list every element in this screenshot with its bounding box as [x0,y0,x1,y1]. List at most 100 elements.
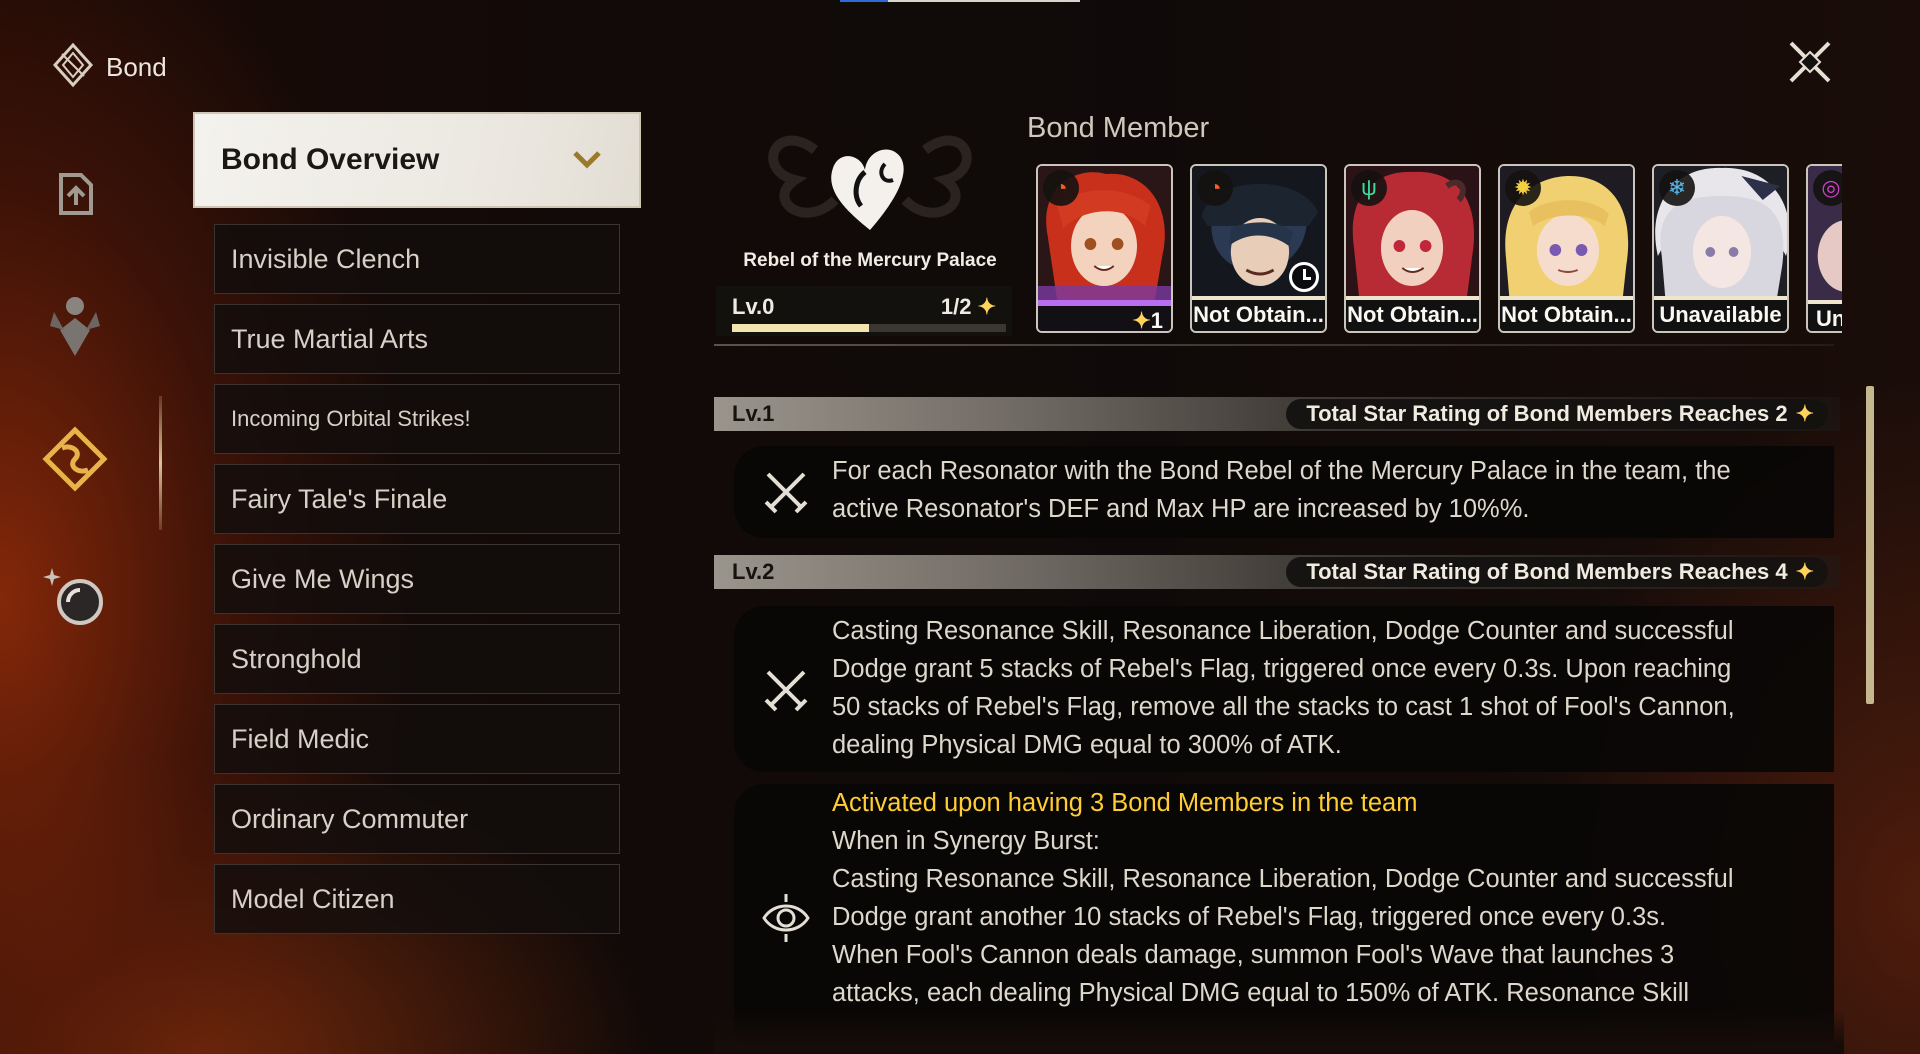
bond-level-row: Lv.0 1/2 ✦ [716,286,1012,336]
effect-line: Dodge grant another 10 stacks of Rebel's… [832,903,1667,931]
spectro-element-icon: ✹ [1505,170,1541,206]
list-item-true-martial-arts[interactable]: True Martial Arts [214,304,620,374]
star-icon: ✦ [1132,308,1151,333]
list-item-stronghold[interactable]: Stronghold [214,624,620,694]
star-icon: ✦ [977,294,996,319]
close-button[interactable] [1784,36,1836,88]
dropdown-label: Bond Overview [221,143,440,176]
effect-line: 50 stacks of Rebel's Flag, remove all th… [832,693,1735,721]
list-item-label: Fairy Tale's Finale [231,483,448,514]
bond-progress: 1/2 ✦ [941,294,996,320]
member-card-4[interactable]: ✹ Not Obtain... [1498,164,1635,333]
rail-orb-button[interactable] [36,556,114,634]
figure-icon [50,297,100,356]
close-icon [1789,41,1831,83]
bond-progress-value: 1/2 [940,294,972,319]
effect-line: Dodge grant 5 stacks of Rebel's Flag, tr… [832,655,1732,683]
rail-share-button[interactable] [36,154,114,232]
level-requirement: Total Star Rating of Bond Members Reache… [1286,557,1828,587]
member-card-1[interactable]: ◔ ✦1 [1036,164,1173,333]
effect-line: Casting Resonance Skill, Resonance Liber… [832,617,1734,645]
bottom-fade [714,1010,1844,1054]
aero-element-icon: ψ [1351,170,1387,206]
bond-name: Rebel of the Mercury Palace [743,250,997,271]
bond-star-icon [42,426,108,492]
app-title: Bond [106,52,167,82]
rail-bond-button[interactable] [36,420,114,498]
bond-member-track: ◔ ✦1 ◔ Not Obtain... ψ Not Obtain... ✹ N… [1036,164,1842,335]
list-item-label: Give Me Wings [231,563,415,594]
level-header-1: Lv.1 Total Star Rating of Bond Members R… [714,397,1840,431]
effect-text-synergy: Activated upon having 3 Bond Members in … [832,784,1794,1012]
rail-character-button[interactable] [36,285,114,363]
synergy-eye-icon [756,888,816,948]
level-requirement: Total Star Rating of Bond Members Reache… [1286,399,1828,429]
effect-card-1: For each Resonator with the Bond Rebel o… [734,446,1834,538]
fusion-element-icon: ◔ [1197,170,1233,206]
level-requirement-text: Total Star Rating of Bond Members Reache… [1306,559,1788,584]
effect-text-1: For each Resonator with the Bond Rebel o… [832,452,1794,528]
list-item-ordinary-commuter[interactable]: Ordinary Commuter [214,784,620,854]
member-status: Not Obtain... [1346,296,1479,331]
member-card-3[interactable]: ψ Not Obtain... [1344,164,1481,333]
list-item-give-me-wings[interactable]: Give Me Wings [214,544,620,614]
member-status: ✦1 [1038,300,1171,331]
effect-line: dealing Physical DMG equal to 300% of AT… [832,731,1342,759]
effect-text-2: Casting Resonance Skill, Resonance Liber… [832,612,1794,764]
list-item-label: Model Citizen [231,883,395,914]
header-divider [714,344,1834,346]
bond-member-title: Bond Member [1027,112,1210,144]
effect-card-2: Casting Resonance Skill, Resonance Liber… [734,606,1834,772]
level-label: Lv.2 [732,559,775,584]
electro-element-icon: ◎ [1813,170,1842,206]
member-card-2[interactable]: ◔ Not Obtain... [1190,164,1327,333]
chevron-down-icon [573,151,601,169]
member-status: Unavailable [1654,296,1787,331]
top-tab-indicator [840,0,1080,2]
bond-progress-bar [732,324,1006,332]
effect-line: When Fool's Cannon deals damage, summon … [832,941,1675,969]
app-header: Bond [50,42,167,93]
member-status: Not Obtain... [1500,296,1633,331]
star-icon: ✦ [1795,559,1814,584]
crossed-swords-icon [756,660,816,720]
level-requirement-text: Total Star Rating of Bond Members Reache… [1306,401,1788,426]
member-card-6[interactable]: ◎ Un [1806,164,1842,333]
scrollbar[interactable] [1866,386,1874,704]
effect-line: When in Synergy Burst: [832,827,1100,855]
clock-icon [1289,262,1319,292]
member-status: Un [1808,300,1842,331]
list-item-label: Invisible Clench [231,243,421,274]
list-item-invisible-clench[interactable]: Invisible Clench [214,224,620,294]
list-item-field-medic[interactable]: Field Medic [214,704,620,774]
bond-emblem-icon [768,135,972,230]
synergy-headline: Activated upon having 3 Bond Members in … [832,789,1418,817]
rail-active-indicator [159,396,162,530]
effect-line: active Resonator's DEF and Max HP are in… [832,495,1530,523]
list-item-label: Incoming Orbital Strikes! [231,406,471,431]
effect-line: For each Resonator with the Bond Rebel o… [832,457,1731,485]
bond-level: Lv.0 [732,294,775,319]
level-label: Lv.1 [732,401,775,426]
bond-overview-dropdown[interactable]: Bond Overview [193,112,641,208]
star-icon: ✦ [1795,401,1814,426]
effect-line: attacks, each dealing Physical DMG equal… [832,979,1690,1007]
member-card-5[interactable]: ❄ Unavailable [1652,164,1789,333]
share-doc-icon [59,173,93,215]
list-item-model-citizen[interactable]: Model Citizen [214,864,620,934]
crossed-swords-icon [756,462,816,522]
bond-logo-icon [50,42,96,93]
orb-icon [43,568,103,625]
list-item-label: Field Medic [231,723,370,754]
fusion-element-icon: ◔ [1043,170,1079,206]
member-status: Not Obtain... [1192,296,1325,331]
member-star-count: 1 [1150,308,1163,333]
effect-line: Casting Resonance Skill, Resonance Liber… [832,865,1734,893]
list-item-label: Stronghold [231,643,362,674]
list-item-incoming-orbital-strikes[interactable]: Incoming Orbital Strikes! [214,384,620,454]
list-item-label: True Martial Arts [231,323,429,354]
glacio-element-icon: ❄ [1659,170,1695,206]
bond-progress-fill [732,324,869,332]
level-header-2: Lv.2 Total Star Rating of Bond Members R… [714,555,1840,589]
list-item-fairy-tales-finale[interactable]: Fairy Tale's Finale [214,464,620,534]
